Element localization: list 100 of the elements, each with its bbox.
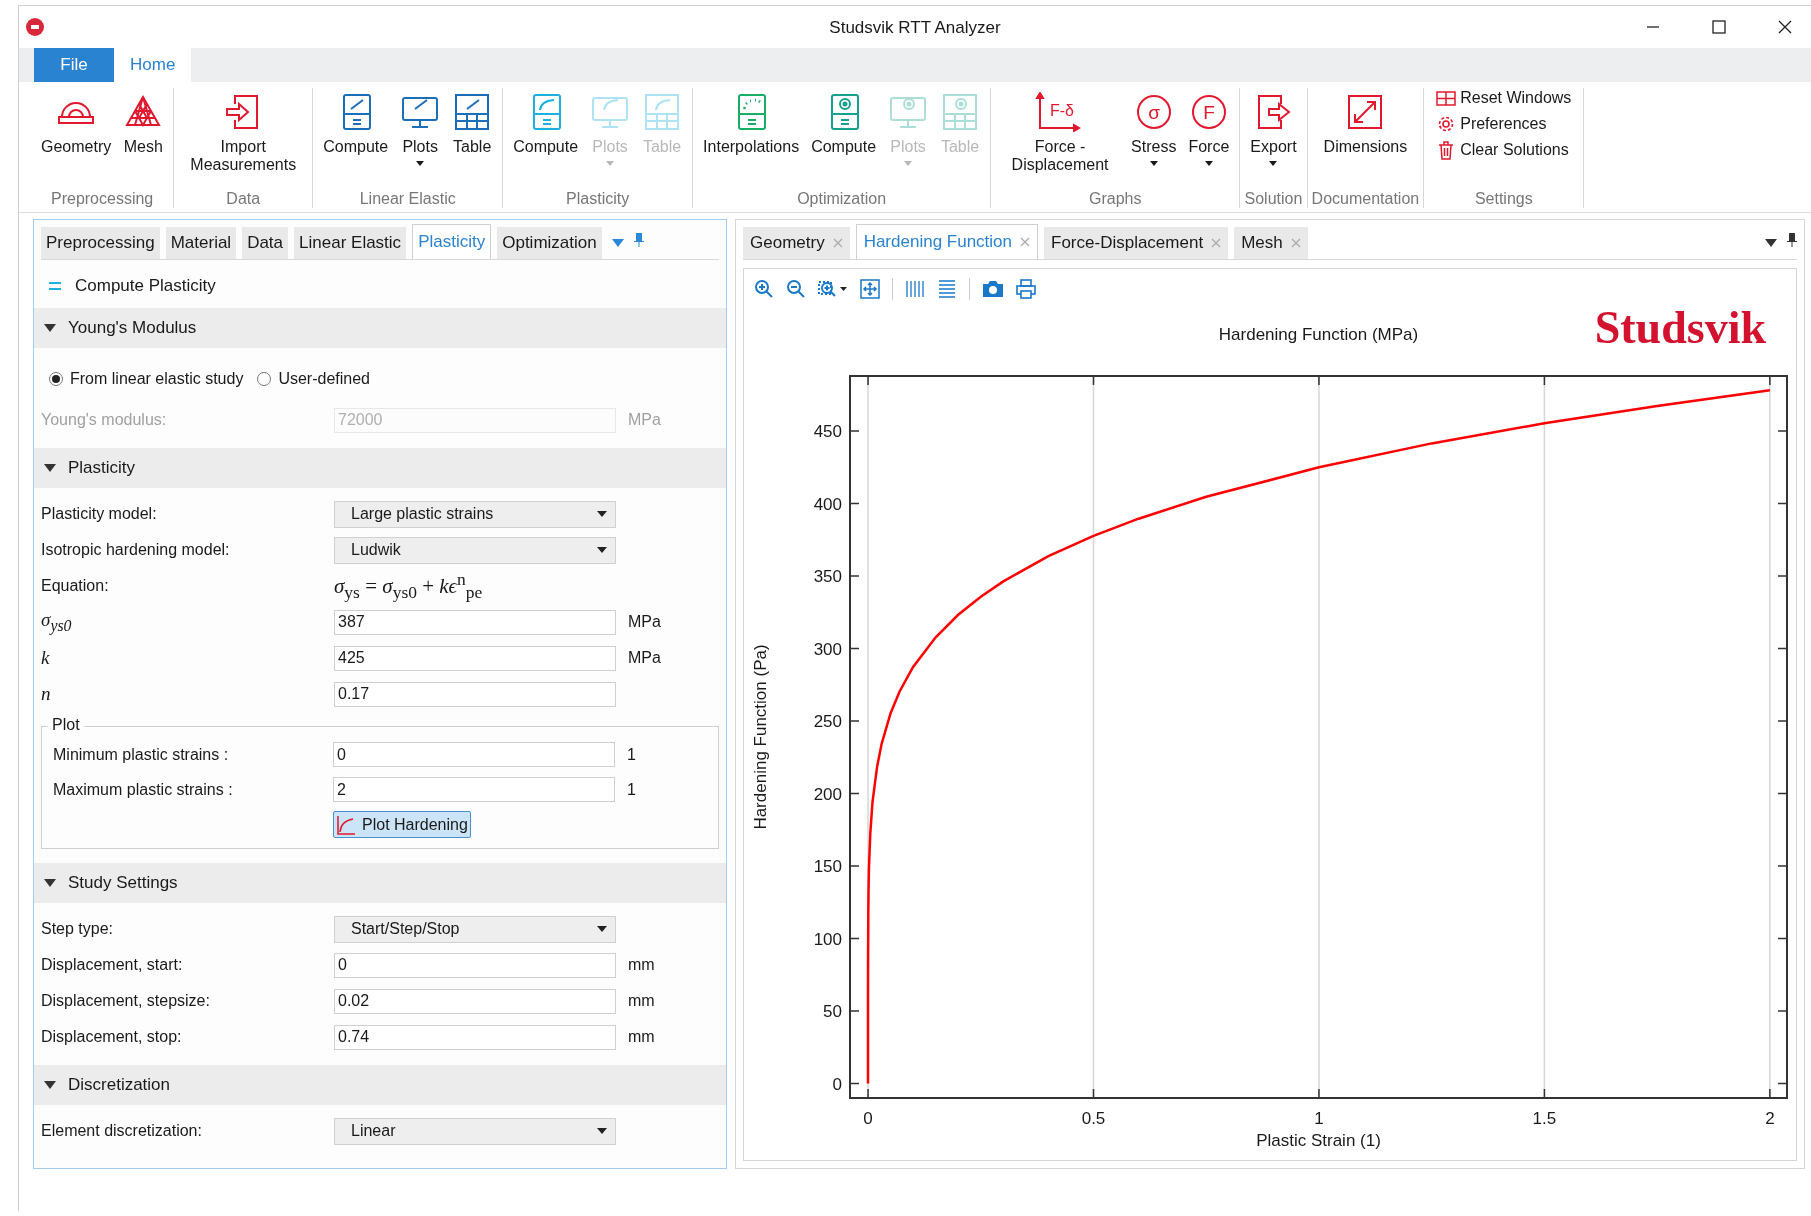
section-header[interactable]: Discretization	[34, 1065, 726, 1105]
radio-option[interactable]: From linear elastic study	[49, 370, 244, 388]
horizontal-grid-icon[interactable]	[937, 279, 957, 299]
ribbon-button[interactable]: Compute	[317, 88, 395, 156]
plot-hardening-button[interactable]: Plot Hardening	[333, 811, 471, 838]
input-field[interactable]: 0	[334, 952, 616, 978]
document-tab[interactable]: Mesh	[1234, 227, 1308, 259]
field-label: Plasticity model:	[41, 505, 158, 523]
panel-tab[interactable]: Material	[165, 227, 237, 259]
input-field[interactable]: 425	[334, 645, 616, 671]
field-label: Equation:	[41, 577, 110, 595]
print-icon[interactable]	[1016, 279, 1036, 299]
ribbon-button[interactable]: F-δ Force - Displacement	[995, 88, 1126, 174]
y-tick-label: 300	[813, 639, 842, 659]
dropdown-field[interactable]: Large plastic strains	[334, 500, 616, 528]
panel-tab[interactable]: Preprocessing	[41, 227, 160, 259]
radio-option[interactable]: User-defined	[257, 370, 370, 388]
input-field[interactable]: 0.17	[334, 681, 616, 707]
section-header[interactable]: Young's Modulus	[34, 308, 726, 348]
ribbon-button[interactable]: Import Measurements	[178, 88, 309, 174]
x-tick-label: 0	[863, 1109, 873, 1128]
ribbon-button[interactable]: Plots	[394, 88, 447, 166]
group-label: Graphs	[1088, 189, 1142, 208]
dropdown-field[interactable]: Start/Step/Stop	[334, 915, 616, 943]
caret-icon	[597, 511, 607, 517]
y-tick-label: 250	[813, 712, 842, 732]
zoom-box-icon[interactable]	[818, 279, 848, 299]
group-label: Documentation	[1311, 189, 1420, 208]
y-tick-label: 100	[813, 929, 842, 949]
ribbon-button[interactable]: Reset Windows	[1436, 88, 1572, 108]
unit-label: mm	[628, 956, 656, 974]
document-tab[interactable]: Hardening Function	[855, 224, 1038, 259]
group-label: Plasticity	[566, 189, 630, 208]
ribbon-button[interactable]: Compute	[507, 88, 585, 156]
x-tick-label: 1	[1314, 1109, 1324, 1128]
field-label: Displacement, stepsize:	[41, 992, 211, 1010]
ribbon-button[interactable]: Dimensions	[1317, 88, 1414, 156]
compute-button[interactable]: Compute Plasticity	[41, 264, 719, 308]
field-label: Isotropic hardening model:	[41, 541, 231, 559]
document-tab[interactable]: Geometry	[743, 227, 850, 259]
panel-tab[interactable]: Plasticity	[412, 224, 492, 259]
vertical-grid-icon[interactable]	[905, 279, 925, 299]
ribbon-button[interactable]: Compute	[805, 88, 883, 156]
field-label: Young's modulus:	[41, 411, 168, 429]
maximize-icon[interactable]	[1711, 19, 1727, 35]
document-tab[interactable]: Force-Displacement	[1044, 227, 1229, 259]
input-field[interactable]: 0	[333, 742, 615, 767]
group-label: Optimization	[797, 189, 887, 208]
field-label: k	[41, 647, 51, 669]
curve-icon	[336, 814, 356, 835]
caret-icon	[597, 926, 607, 932]
logo: Studsvik	[1594, 301, 1766, 354]
panel-tab[interactable]: Optimization	[497, 227, 602, 259]
group-label: Settings	[1474, 189, 1533, 208]
y-tick-label: 50	[823, 1002, 842, 1021]
x-axis-label: Plastic Strain (1)	[1256, 1131, 1381, 1150]
y-tick-label: 200	[813, 784, 842, 804]
zoom-out-icon[interactable]	[786, 279, 806, 299]
panel-tab[interactable]: Data	[242, 227, 289, 259]
close-icon[interactable]	[1777, 19, 1793, 35]
panel-tab[interactable]: Linear Elastic	[294, 227, 407, 259]
y-tick-label: 350	[813, 567, 842, 587]
ribbon-button[interactable]: Interpolations	[697, 88, 806, 156]
group-label: Preprocessing	[51, 189, 154, 208]
zoom-extents-icon[interactable]	[860, 279, 880, 299]
ribbon-button[interactable]: Clear Solutions	[1436, 140, 1572, 160]
ribbon-button[interactable]: Mesh	[117, 88, 170, 156]
pin-icon[interactable]	[1787, 233, 1797, 247]
app-icon	[25, 17, 45, 37]
caret-icon	[597, 1128, 607, 1134]
chart-title: Hardening Function (MPa)	[1218, 325, 1419, 344]
ribbon-button[interactable]: Export	[1244, 88, 1303, 166]
field-label: Displacement, stop:	[41, 1028, 183, 1046]
input-field[interactable]: 0.74	[334, 1024, 616, 1050]
field-label: Minimum plastic strains :	[53, 745, 230, 764]
input-field[interactable]: 387	[334, 609, 616, 635]
ribbon-tab[interactable]: File	[34, 48, 114, 82]
x-tick-label: 0.5	[1081, 1109, 1106, 1128]
dropdown-field[interactable]: Ludwik	[334, 536, 616, 564]
section-header[interactable]: Study Settings	[34, 863, 726, 903]
zoom-in-icon[interactable]	[754, 279, 774, 299]
y-tick-label: 400	[813, 494, 842, 514]
ribbon-button[interactable]: Table	[446, 88, 499, 156]
unit-label: MPa	[628, 411, 662, 429]
input-field[interactable]: 0.02	[334, 988, 616, 1014]
unit-label: mm	[628, 1028, 656, 1046]
camera-icon[interactable]	[982, 280, 1004, 298]
field-label: n	[41, 683, 52, 705]
group-label: Data	[226, 189, 261, 208]
dropdown-field[interactable]: Linear	[334, 1117, 616, 1145]
ribbon-button[interactable]: σ Stress	[1125, 88, 1183, 166]
ribbon-button[interactable]: Preferences	[1436, 114, 1572, 134]
dropdown-arrow-icon[interactable]	[1765, 239, 1777, 247]
field-label: σ$_{ys0}$	[41, 609, 73, 635]
ribbon-button[interactable]: F Force	[1182, 88, 1236, 166]
ribbon-tab[interactable]: Home	[114, 48, 192, 82]
input-field[interactable]: 2	[333, 777, 615, 802]
ribbon-button[interactable]: Geometry	[35, 88, 118, 156]
y-tick-label: 0	[832, 1074, 842, 1094]
section-header[interactable]: Plasticity	[34, 448, 726, 488]
